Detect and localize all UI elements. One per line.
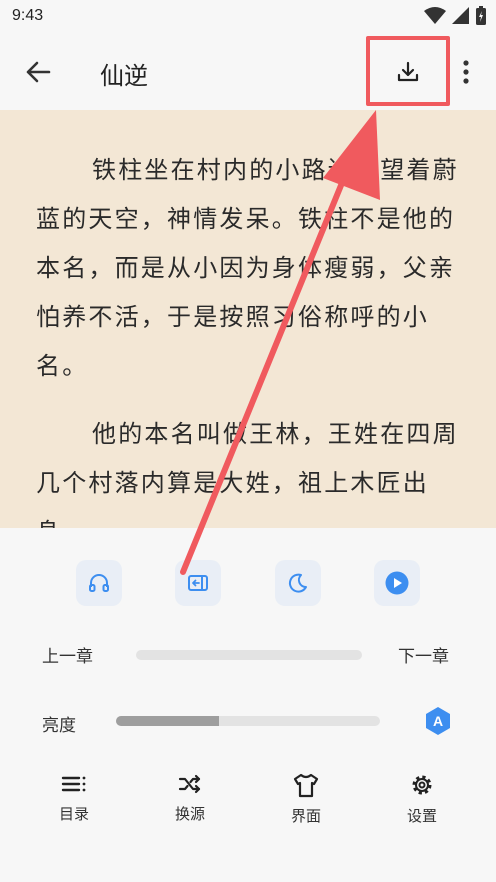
book-title: 仙逆 [100, 62, 148, 90]
download-highlight-box [366, 36, 450, 106]
paragraph: 铁柱坐在村内的小路边，望着蔚蓝的天空，神情发呆。铁柱不是他的本名，而是从小因为身… [36, 156, 459, 380]
reader-control-panel: 上一章 下一章 亮度 A 目录 换源 界面 设置 [0, 528, 496, 882]
change-source-label: 换源 [174, 805, 205, 823]
chapter-navigation: 上一章 下一章 [0, 640, 496, 670]
catalog-icon [61, 776, 86, 792]
brightness-slider[interactable] [116, 716, 380, 726]
reader-content[interactable]: 铁柱坐在村内的小路边，望着蔚蓝的天空，神情发呆。铁柱不是他的本名，而是从小因为身… [0, 110, 496, 528]
more-vertical-icon [463, 60, 469, 84]
status-bar: 9:43 [0, 0, 496, 34]
battery-icon [476, 6, 486, 25]
prev-chapter-button[interactable]: 上一章 [42, 642, 93, 667]
settings-button[interactable]: 设置 [382, 772, 462, 832]
gear-icon [412, 775, 432, 795]
paragraph: 他的本名叫做王林，王姓在四周几个村落内算是大姓，祖上木匠出身。 [36, 420, 459, 528]
status-time: 9:43 [12, 7, 44, 24]
arrow-left-icon [26, 61, 51, 83]
play-icon [385, 571, 409, 595]
interface-label: 界面 [290, 807, 321, 825]
interface-button[interactable]: 界面 [266, 772, 346, 832]
brightness-control: 亮度 A [0, 706, 496, 740]
next-chapter-button[interactable]: 下一章 [398, 642, 449, 667]
status-icons [424, 6, 486, 26]
signal-icon [452, 7, 469, 24]
brightness-label: 亮度 [42, 716, 76, 736]
catalog-label: 目录 [58, 805, 89, 823]
exit-icon [188, 575, 208, 591]
night-mode-button[interactable] [275, 560, 321, 606]
shuffle-icon [178, 774, 201, 794]
listen-button[interactable] [76, 560, 122, 606]
shirt-icon [293, 773, 319, 798]
catalog-button[interactable]: 目录 [34, 772, 114, 832]
auto-brightness-letter: A [433, 713, 443, 729]
change-source-button[interactable]: 换源 [150, 772, 230, 832]
headphones-icon [89, 574, 109, 592]
brightness-slider-fill [116, 716, 219, 726]
more-options-button[interactable] [456, 56, 476, 88]
settings-label: 设置 [406, 807, 437, 825]
auto-brightness-icon[interactable]: A [424, 706, 452, 736]
wifi-icon [424, 7, 446, 24]
exit-reader-button[interactable] [175, 560, 221, 606]
auto-page-button[interactable] [374, 560, 420, 606]
chapter-progress-slider[interactable] [136, 650, 362, 660]
night-mode-icon [288, 573, 307, 593]
back-button[interactable] [22, 56, 54, 88]
